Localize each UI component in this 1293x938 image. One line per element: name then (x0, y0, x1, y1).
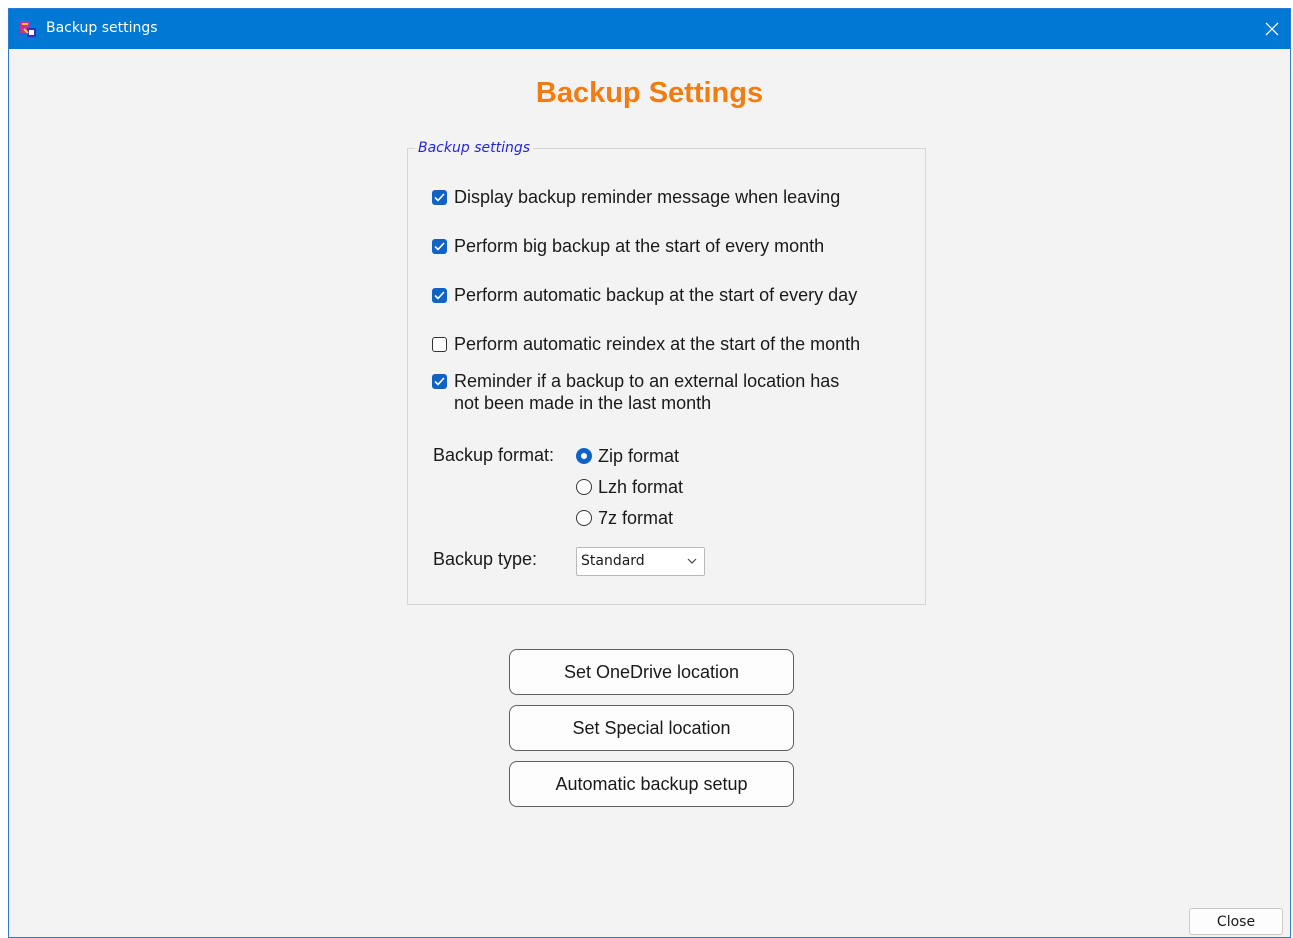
group-legend: Backup settings (415, 140, 534, 156)
window-title: Backup settings (46, 20, 158, 36)
checkbox-label: Perform big backup at the start of every… (454, 236, 825, 256)
checkbox-label: Display backup reminder message when lea… (454, 187, 841, 207)
checkbox-checked-icon[interactable] (432, 239, 447, 254)
checkbox-external-reminder[interactable]: Reminder if a backup to an external loca… (432, 370, 839, 414)
window-close-button[interactable] (1254, 9, 1290, 49)
set-special-location-button[interactable]: Set Special location (509, 705, 794, 751)
backup-type-select[interactable]: Standard (576, 547, 705, 576)
checkbox-label: Reminder if a backup to an external loca… (454, 370, 839, 414)
radio-unselected-icon[interactable] (576, 510, 592, 526)
checkbox-label-line1: Reminder if a backup to an external loca… (454, 371, 840, 391)
title-bar: Backup settings (9, 9, 1290, 49)
checkbox-label: Perform automatic reindex at the start o… (454, 334, 861, 354)
radio-zip-format[interactable]: Zip format (576, 445, 679, 467)
chevron-down-icon (687, 558, 697, 564)
radio-7z-format[interactable]: 7z format (576, 507, 673, 529)
checkbox-checked-icon[interactable] (432, 190, 447, 205)
checkbox-label: Perform automatic backup at the start of… (454, 285, 858, 305)
checkbox-label-line2: not been made in the last month (454, 393, 712, 413)
checkbox-checked-icon[interactable] (432, 374, 447, 389)
page-title: Backup Settings (535, 77, 764, 109)
radio-label: Lzh format (598, 476, 684, 497)
radio-lzh-format[interactable]: Lzh format (576, 476, 683, 498)
set-onedrive-location-button[interactable]: Set OneDrive location (509, 649, 794, 695)
radio-unselected-icon[interactable] (576, 479, 592, 495)
backup-type-label: Backup type: (433, 549, 538, 569)
checkbox-automatic-reindex[interactable]: Perform automatic reindex at the start o… (432, 333, 860, 355)
checkbox-automatic-backup-day[interactable]: Perform automatic backup at the start of… (432, 284, 857, 306)
checkbox-display-reminder[interactable]: Display backup reminder message when lea… (432, 186, 840, 208)
checkbox-unchecked-icon[interactable] (432, 337, 447, 352)
checkbox-checked-icon[interactable] (432, 288, 447, 303)
close-icon (1265, 22, 1279, 36)
close-button[interactable]: Close (1189, 908, 1283, 935)
backup-format-label: Backup format: (433, 445, 555, 465)
backup-settings-window: Backup settings Backup Settings Backup s… (8, 8, 1291, 938)
radio-selected-icon[interactable] (576, 448, 592, 464)
automatic-backup-setup-button[interactable]: Automatic backup setup (509, 761, 794, 807)
backup-type-value: Standard (581, 553, 645, 569)
radio-label: 7z format (598, 507, 674, 528)
app-icon (20, 21, 36, 37)
radio-label: Zip format (598, 445, 680, 466)
checkbox-big-backup-month[interactable]: Perform big backup at the start of every… (432, 235, 824, 257)
